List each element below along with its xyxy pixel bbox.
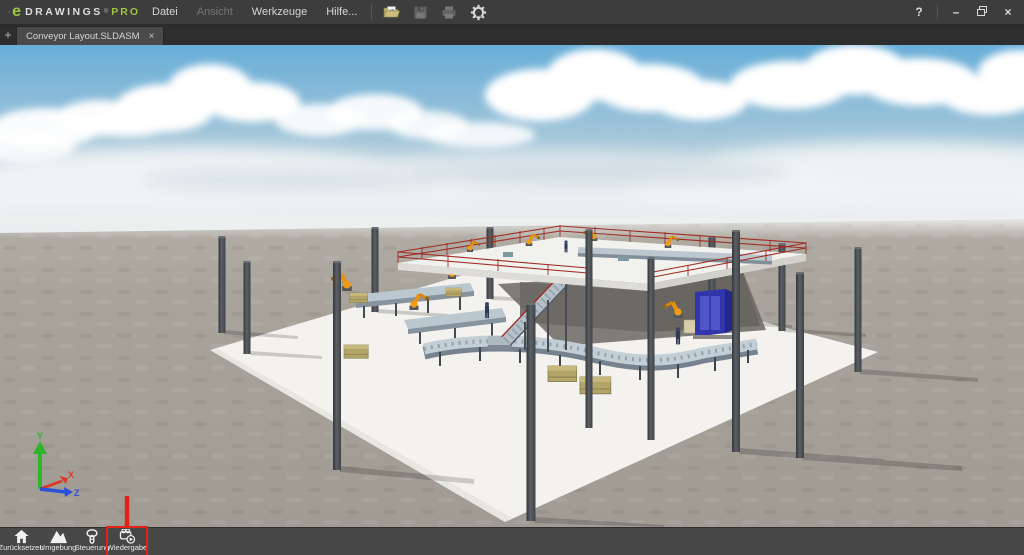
menu-datei[interactable]: Datei [152, 6, 178, 18]
button-umgebung[interactable]: Umgebung [41, 528, 75, 555]
window-controls: ? – × [911, 5, 1024, 19]
new-tab-button[interactable]: + [0, 25, 16, 45]
tab-close-icon[interactable]: × [149, 31, 155, 42]
tab-conveyor-layout[interactable]: Conveyor Layout.SLDASM × [16, 26, 164, 45]
controller-icon [85, 529, 99, 544]
menu-bar: Datei Ansicht Werkzeuge Hilfe... [152, 6, 357, 18]
logo-edition: PRO [111, 6, 140, 18]
environment-icon [49, 529, 68, 544]
logo-trademark: ® [104, 9, 108, 15]
save-icon [411, 3, 429, 21]
edrawings-window: e DRAWINGS ® PRO Datei Ansicht Werkzeuge… [0, 0, 1024, 555]
menu-hilfe[interactable]: Hilfe... [326, 6, 357, 18]
title-bar: e DRAWINGS ® PRO Datei Ansicht Werkzeuge… [0, 0, 1024, 25]
window-controls-separator [937, 5, 938, 19]
blue-machine [693, 289, 735, 339]
logo-e: e [12, 4, 21, 20]
logo-dash-icon [8, 6, 10, 18]
help-button[interactable]: ? [911, 5, 927, 19]
button-steuerung[interactable]: Steuerung [76, 528, 108, 555]
restore-icon [977, 6, 987, 16]
playback-icon [118, 529, 137, 544]
title-toolbar: VR [382, 3, 487, 21]
viewport-3d[interactable]: X Y Z [0, 45, 1024, 527]
axis-x-label: X [68, 470, 74, 480]
logo-name: DRAWINGS [25, 6, 103, 18]
edrawings-logo: e DRAWINGS ® PRO [0, 4, 140, 20]
menu-ansicht: Ansicht [197, 6, 233, 18]
home-icon [13, 529, 30, 544]
scene-3d: X Y Z [0, 45, 1024, 527]
button-wiedergabe[interactable]: Wiedergabe [108, 528, 146, 555]
button-zuruecksetzen[interactable]: Zurücksetzen [2, 528, 40, 555]
tab-bar: + Conveyor Layout.SLDASM × [0, 25, 1024, 45]
menu-werkzeuge[interactable]: Werkzeuge [252, 6, 307, 18]
print-icon [440, 3, 458, 21]
bottom-toolbar: Zurücksetzen Umgebung Steuerung [0, 527, 1024, 555]
open-vr-file-icon[interactable]: VR [382, 3, 400, 21]
restore-button[interactable] [974, 5, 990, 19]
minimize-button[interactable]: – [948, 5, 964, 19]
vr-options-gear-icon[interactable]: VR [469, 3, 487, 21]
close-button[interactable]: × [1000, 5, 1016, 19]
axis-z-label: Z [74, 488, 80, 498]
svg-text:VR: VR [475, 13, 482, 18]
tab-label: Conveyor Layout.SLDASM [26, 31, 140, 42]
toolbar-separator [371, 4, 372, 20]
axis-y-label: Y [37, 431, 43, 441]
